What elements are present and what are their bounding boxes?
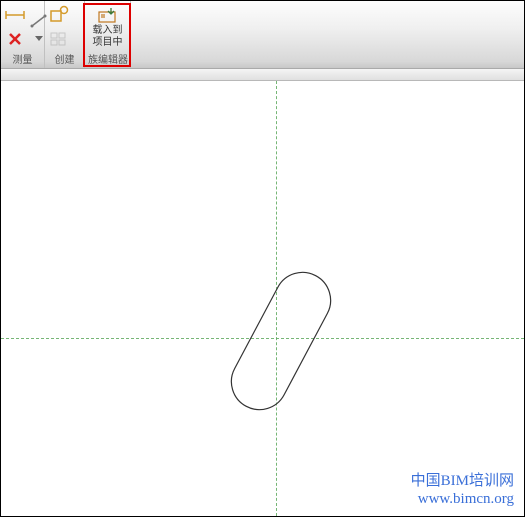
- group-label-create: 创建: [48, 50, 81, 68]
- watermark: 中国BIM培训网 www.bimcn.org: [411, 472, 514, 508]
- watermark-line1: 中国BIM培训网: [411, 472, 514, 490]
- ribbon-group-measure: 测量: [1, 1, 45, 68]
- dimension-icon[interactable]: [4, 4, 26, 26]
- load-project-icon: [97, 6, 119, 24]
- load-button-line1: 载入到: [93, 25, 123, 36]
- load-into-project-button[interactable]: 载入到 项目中: [89, 4, 127, 50]
- create-geometry-icon[interactable]: [48, 4, 70, 26]
- ribbon-toolbar: 测量 创: [1, 1, 524, 69]
- group-label-family-editor: 族编辑器: [88, 50, 127, 68]
- load-button-line2: 项目中: [93, 37, 123, 48]
- group-label-measure: 测量: [4, 50, 41, 68]
- ribbon-group-family-editor: 载入到 项目中 族编辑器: [85, 1, 131, 68]
- panel-divider: [1, 69, 524, 81]
- capsule-shape: [181, 231, 381, 451]
- watermark-line2: www.bimcn.org: [411, 490, 514, 508]
- ribbon-group-create: 创建: [45, 1, 85, 68]
- create-grid-icon[interactable]: [48, 28, 70, 50]
- delete-icon[interactable]: [4, 28, 26, 50]
- drawing-canvas[interactable]: 中国BIM培训网 www.bimcn.org: [1, 81, 524, 516]
